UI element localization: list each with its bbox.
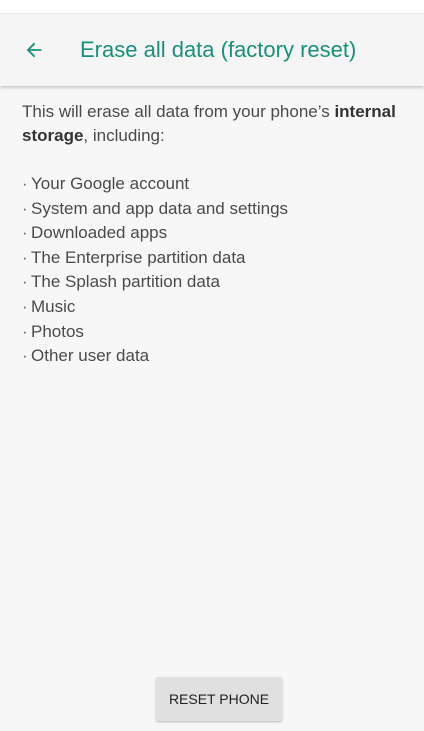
bullet: · [22,198,28,218]
erase-items-list: · Your Google account · System and app dat… [22,172,414,369]
list-item-label: System and app data and settings [31,198,289,218]
list-item: · Your Google account [22,172,414,197]
list-item-label: Other user data [31,346,150,366]
list-item: · The Splash partition data [22,270,414,295]
bullet: · [22,272,28,292]
status-bar [0,0,424,14]
list-item-label: Photos [31,321,84,341]
list-item-label: Downloaded apps [31,223,168,243]
bullet: · [22,174,28,193]
bullet: · [22,346,28,366]
list-item-label: Your Google account [31,174,190,193]
intro-suffix: , including: [83,126,165,145]
list-item: · Music [22,295,414,320]
intro-text: This will erase all data from your phone… [22,100,414,148]
back-button[interactable] [6,14,62,86]
list-item: · The Enterprise partition data [22,246,414,271]
list-item: · Photos [22,320,414,345]
app-bar: Erase all data (factory reset) [0,14,424,86]
bullet: · [22,296,28,316]
list-item-label: The Enterprise partition data [31,247,246,267]
list-item-label: The Splash partition data [31,272,221,292]
list-item: · Other user data [22,344,414,369]
list-item-label: Music [31,296,76,316]
list-item: · Downloaded apps [22,221,414,246]
arrow-back-icon [26,42,42,58]
reset-phone-button[interactable]: RESET PHONE [156,677,282,721]
list-item: · System and app data and settings [22,197,414,222]
content-area: This will erase all data from your phone… [0,86,424,731]
bullet: · [22,223,28,243]
bullet: · [22,321,28,341]
bullet: · [22,247,28,267]
intro-prefix: This will erase all data from your phone… [22,102,335,121]
page-title: Erase all data (factory reset) [80,37,357,62]
